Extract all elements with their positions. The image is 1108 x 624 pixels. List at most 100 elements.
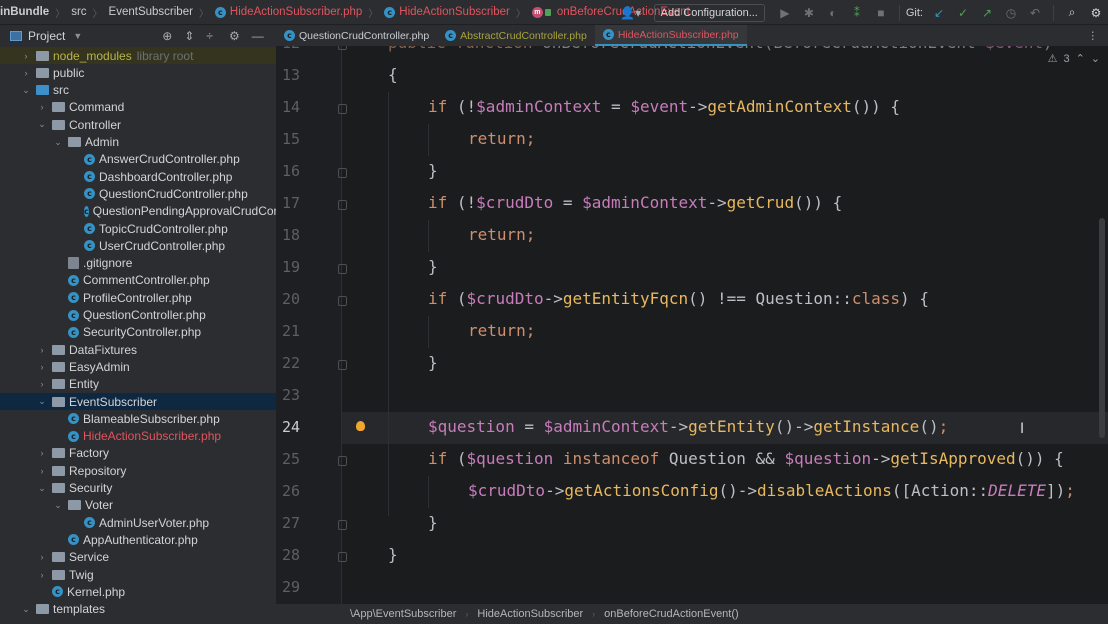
code-line[interactable]: { xyxy=(388,65,398,84)
collapse-all-icon[interactable]: ÷ xyxy=(206,29,213,43)
git-update-icon[interactable]: ↙ xyxy=(929,3,949,23)
intention-bulb-icon[interactable] xyxy=(356,421,365,431)
code-line[interactable]: } xyxy=(428,161,438,180)
tree-item[interactable]: c TopicCrudController.php xyxy=(0,220,276,237)
code-line[interactable]: return; xyxy=(468,129,535,148)
code-line[interactable]: } xyxy=(388,545,398,564)
fold-end-icon[interactable] xyxy=(338,264,347,274)
inspection-widget[interactable]: ⚠ 3 ⌃ ⌄ xyxy=(1048,52,1100,66)
tree-item[interactable]: c AdminUserVoter.php xyxy=(0,514,276,531)
chevron-right-icon[interactable]: › xyxy=(36,362,48,372)
settings-gear-icon[interactable]: ⚙ xyxy=(1086,3,1106,23)
coverage-icon[interactable]: ◐ xyxy=(823,3,843,23)
tree-item[interactable]: c HideActionSubscriber.php xyxy=(0,428,276,445)
tree-item[interactable]: c AnswerCrudController.php xyxy=(0,151,276,168)
more-tabs-icon[interactable]: ⋮ xyxy=(1088,30,1099,42)
tree-item[interactable]: c Kernel.php xyxy=(0,583,276,600)
tree-item[interactable]: › public xyxy=(0,64,276,81)
code-line[interactable]: $question = $adminContext->getEntity()->… xyxy=(428,417,948,436)
expand-all-icon[interactable]: ⇕ xyxy=(184,29,194,43)
fold-start-icon[interactable] xyxy=(338,296,347,306)
fold-end-icon[interactable] xyxy=(338,360,347,370)
hide-panel-icon[interactable]: — xyxy=(252,29,264,43)
chevron-down-icon[interactable]: ⌄ xyxy=(52,500,64,511)
tree-item[interactable]: ⌄ templates xyxy=(0,601,276,618)
rollback-icon[interactable]: ↶ xyxy=(1025,3,1045,23)
tree-item[interactable]: ⌄ Controller xyxy=(0,116,276,133)
breadcrumb-project[interactable]: inBundle xyxy=(0,6,49,18)
tree-item[interactable]: ⌄ Admin xyxy=(0,134,276,151)
git-history-icon[interactable]: ◷ xyxy=(1001,3,1021,23)
tree-item[interactable]: .gitignore xyxy=(0,255,276,272)
chevron-right-icon[interactable]: › xyxy=(36,466,48,476)
breadcrumb-file[interactable]: HideActionSubscriber.php xyxy=(230,6,362,18)
tree-item[interactable]: › Twig xyxy=(0,566,276,583)
chevron-down-icon[interactable]: ▼ xyxy=(73,31,82,41)
tree-item[interactable]: › DataFixtures xyxy=(0,341,276,358)
fold-start-icon[interactable] xyxy=(338,104,347,114)
fold-start-icon[interactable] xyxy=(338,456,347,466)
tree-item[interactable]: c UserCrudController.php xyxy=(0,237,276,254)
tab-questioncrudcontroller[interactable]: c QuestionCrudController.php xyxy=(276,25,437,46)
project-view-selector[interactable]: Project xyxy=(28,29,65,43)
vertical-scrollbar[interactable] xyxy=(1099,218,1105,438)
tree-item[interactable]: c DashboardController.php xyxy=(0,168,276,185)
locate-file-icon[interactable]: ⊕ xyxy=(162,29,172,43)
tree-item[interactable]: ⌄ src xyxy=(0,82,276,99)
chevron-down-icon[interactable]: ⌄ xyxy=(52,137,64,148)
code-line[interactable]: return; xyxy=(468,225,535,244)
fold-end-icon[interactable] xyxy=(338,168,347,178)
code-line[interactable]: $crudDto->getActionsConfig()->disableAct… xyxy=(468,481,1075,500)
chevron-right-icon[interactable]: › xyxy=(20,68,32,78)
git-push-icon[interactable]: ↗ xyxy=(977,3,997,23)
code-line[interactable]: if ($crudDto->getEntityFqcn() !== Questi… xyxy=(428,289,929,308)
next-highlight-icon[interactable]: ⌄ xyxy=(1091,52,1100,65)
search-icon[interactable]: ⌕ xyxy=(1062,3,1082,23)
tree-item[interactable]: c QuestionController.php xyxy=(0,307,276,324)
code-line[interactable]: } xyxy=(428,257,438,276)
tree-item[interactable]: c SecurityController.php xyxy=(0,324,276,341)
tree-item[interactable]: c BlameableSubscriber.php xyxy=(0,410,276,427)
tree-item[interactable]: › Factory xyxy=(0,445,276,462)
fold-end-icon[interactable] xyxy=(338,520,347,530)
tree-item[interactable]: ⌄ Voter xyxy=(0,497,276,514)
code-line[interactable]: return; xyxy=(468,321,535,340)
chevron-right-icon[interactable]: › xyxy=(36,102,48,112)
chevron-right-icon[interactable]: › xyxy=(36,448,48,458)
debug-icon[interactable]: ✱ xyxy=(799,3,819,23)
attach-debugger-icon[interactable]: ⁑ xyxy=(847,3,867,23)
tree-item[interactable]: ⌄ EventSubscriber xyxy=(0,393,276,410)
previous-highlight-icon[interactable]: ⌃ xyxy=(1076,52,1085,65)
tree-item[interactable]: › Service xyxy=(0,549,276,566)
code-line[interactable]: if ($question instanceof Question && $qu… xyxy=(428,449,1064,468)
tree-item[interactable]: c ProfileController.php xyxy=(0,289,276,306)
chevron-right-icon[interactable]: › xyxy=(36,345,48,355)
tree-item[interactable]: c AppAuthenticator.php xyxy=(0,531,276,548)
run-icon[interactable]: ▶ xyxy=(775,3,795,23)
chevron-right-icon[interactable]: › xyxy=(36,379,48,389)
tree-item[interactable]: › Command xyxy=(0,99,276,116)
status-namespace[interactable]: \App\EventSubscriber xyxy=(350,608,456,620)
user-dropdown-icon[interactable]: 👤▾ xyxy=(618,3,644,23)
tree-item[interactable]: cQuestionPendingApprovalCrudController.p… xyxy=(0,203,276,220)
breadcrumb-class[interactable]: HideActionSubscriber xyxy=(399,6,510,18)
code-editor[interactable]: 12 13 14 15 16 17 18 19 20 21 22 23 24 25 26 27 28 29 pub… xyxy=(276,46,1108,604)
fold-end-icon[interactable] xyxy=(338,552,347,562)
chevron-down-icon[interactable]: ⌄ xyxy=(20,85,32,96)
chevron-right-icon[interactable]: › xyxy=(36,570,48,580)
chevron-right-icon[interactable]: › xyxy=(20,51,32,61)
fold-start-icon[interactable] xyxy=(338,46,347,50)
stop-icon[interactable]: ■ xyxy=(871,3,891,23)
tree-item[interactable]: c QuestionCrudController.php xyxy=(0,185,276,202)
code-line[interactable]: } xyxy=(428,513,438,532)
tab-hideactionsubscriber[interactable]: c HideActionSubscriber.php xyxy=(594,25,747,46)
chevron-down-icon[interactable]: ⌄ xyxy=(20,604,32,615)
chevron-down-icon[interactable]: ⌄ xyxy=(36,396,48,407)
tree-item[interactable]: c CommentController.php xyxy=(0,272,276,289)
code-line[interactable]: if (!$adminContext = $event->getAdminCon… xyxy=(428,97,900,116)
fold-start-icon[interactable] xyxy=(338,200,347,210)
chevron-down-icon[interactable]: ⌄ xyxy=(36,119,48,130)
tree-item[interactable]: › EasyAdmin xyxy=(0,358,276,375)
code-line[interactable]: } xyxy=(428,353,438,372)
tree-item[interactable]: ⌄ Security xyxy=(0,480,276,497)
